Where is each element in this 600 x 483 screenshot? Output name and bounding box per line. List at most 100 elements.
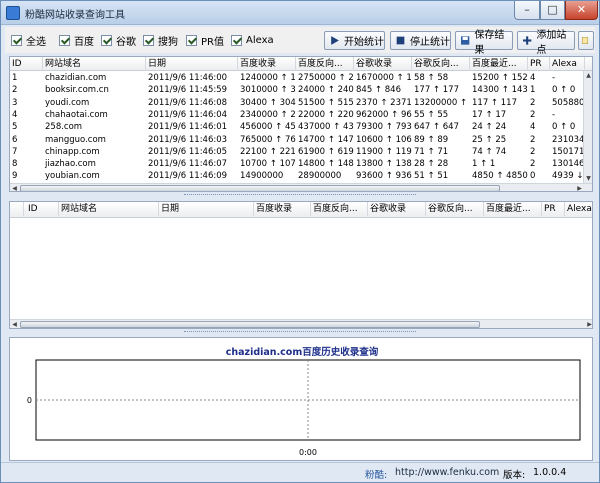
table-cell: 61900 ↑ 61900 [298, 146, 354, 157]
table-row[interactable]: 6 mangguo.com 2011/9/6 11:46:03 765000 ↑ 76… [10, 134, 592, 147]
col-id[interactable]: ID [24, 202, 59, 216]
table-row[interactable]: 9 youbian.com 2011/9/6 11:46:09 14900000 289… [10, 170, 592, 183]
table-cell: 13200000 ↑ [414, 97, 468, 108]
scroll-up-icon[interactable]: ▲ [584, 71, 592, 80]
table-cell: 4 [530, 73, 536, 83]
table-cell: 14900000 [240, 171, 284, 182]
table-cell: 3010000 ↑ 3010000 [240, 85, 296, 96]
col-baidu-recent[interactable]: 百度最近... [470, 57, 528, 71]
col-baidu-recent[interactable]: 百度最近... [484, 202, 542, 216]
start-button[interactable]: 开始统计 [324, 31, 385, 50]
col-baidu-back[interactable]: 百度反向... [311, 202, 368, 216]
table-row[interactable]: 3 youdi.com 2011/9/6 11:46:08 30400 ↑ 30400… [10, 97, 592, 110]
checkbox-sogou[interactable]: 搜狗 [143, 33, 178, 48]
status-brand: 粉酷: [365, 470, 388, 481]
col-alexa[interactable]: Alexa [550, 57, 585, 71]
scroll-right-icon[interactable]: ▶ [585, 320, 592, 328]
table-cell: 177 ↑ 177 [414, 85, 459, 96]
table-cell: 2750000 ↑ 2750000 [298, 73, 354, 83]
col-baidu-back[interactable]: 百度反向... [296, 57, 354, 71]
horizontal-scrollbar[interactable]: ◀ ▶ [10, 183, 592, 191]
checkbox-baidu[interactable]: 百度 [59, 33, 94, 48]
table-cell: 6 [12, 134, 18, 145]
table-cell: 30400 ↑ 30400 [240, 97, 296, 108]
scrollbar-thumb[interactable] [20, 321, 480, 328]
table-row[interactable]: 2 booksir.com.cn 2011/9/6 11:45:59 3010000 … [10, 84, 592, 97]
scroll-left-icon[interactable]: ◀ [10, 184, 19, 191]
checkbox-icon[interactable] [11, 34, 22, 46]
col-domain[interactable]: 网站域名 [43, 57, 146, 71]
table-cell: 117 ↑ 117 [472, 97, 517, 108]
col-date[interactable]: 日期 [146, 57, 238, 71]
table-cell: 13800 ↑ 13800 [356, 159, 412, 170]
col-google[interactable]: 谷歌收录 [354, 57, 412, 71]
checkbox-icon[interactable] [143, 34, 154, 46]
table-cell: 2011/9/6 11:46:04 [148, 109, 228, 120]
checkbox-icon[interactable] [186, 34, 197, 46]
scroll-right-icon[interactable]: ▶ [575, 184, 584, 191]
col-baidu[interactable]: 百度收录 [254, 202, 311, 216]
checkbox-icon[interactable] [231, 34, 242, 46]
table-cell: jiazhao.com [45, 159, 96, 170]
checkbox-pr[interactable]: PR值 [186, 33, 224, 48]
table-row[interactable]: 1 chazidian.com 2011/9/6 11:46:00 1240000 ↑… [10, 72, 592, 85]
col-baidu[interactable]: 百度收录 [238, 57, 296, 71]
col-date[interactable]: 日期 [159, 202, 254, 216]
col-pr[interactable]: PR [528, 57, 550, 71]
stop-button[interactable]: 停止统计 [390, 31, 451, 50]
checkbox-google[interactable]: 谷歌 [101, 33, 136, 48]
table-cell: 2 [530, 146, 536, 157]
extra-button[interactable] [578, 31, 594, 50]
col-alexa[interactable]: Alexa [565, 202, 592, 216]
scrollbar-thumb[interactable] [20, 185, 500, 191]
scroll-down-icon[interactable]: ▼ [584, 174, 592, 183]
col-blank [10, 202, 24, 216]
checkbox-alexa[interactable]: Alexa [231, 33, 274, 47]
table-cell: 17 ↑ 17 [472, 109, 507, 120]
save-button[interactable]: 保存结果 [455, 30, 513, 56]
table-cell: 765000 ↑ 765000 [240, 134, 296, 145]
add-site-button[interactable]: 添加站点 [517, 30, 575, 56]
splitter-grip[interactable] [184, 331, 416, 334]
table-cell: 11900 ↑ 11900 [356, 146, 412, 157]
minimize-button[interactable]: – [514, 1, 540, 20]
close-button[interactable]: ✕ [565, 1, 598, 20]
checkbox-label: 谷歌 [116, 36, 136, 48]
table-row[interactable]: 7 chinapp.com 2011/9/6 11:46:05 22100 ↑ 221… [10, 146, 592, 159]
table-row[interactable]: 5 258.com 2011/9/6 11:46:01 456000 ↑ 456000… [10, 121, 592, 134]
scroll-left-icon[interactable]: ◀ [10, 320, 19, 328]
splitter-bottom[interactable] [1, 330, 599, 336]
table-row[interactable]: 8 jiazhao.com 2011/9/6 11:46:07 10700 ↑ 107… [10, 158, 592, 171]
status-url[interactable]: http://www.fenku.com [395, 467, 499, 478]
table-cell: 24 ↑ 24 [472, 122, 507, 133]
col-google-back[interactable]: 谷歌反向... [412, 57, 470, 71]
table-cell: 0 ↑ 0 [552, 85, 576, 96]
table-cell: 2011/9/6 11:45:59 [148, 85, 228, 96]
table-cell: 2011/9/6 11:46:07 [148, 159, 228, 170]
maximize-button[interactable]: □ [540, 1, 565, 20]
sites-table: ID 网站域名 日期 百度收录 百度反向... 谷歌收录 谷歌反向... 百度最… [9, 56, 593, 192]
col-google[interactable]: 谷歌收录 [368, 202, 426, 216]
table-row[interactable]: 4 chahaotai.com 2011/9/6 11:46:04 2340000 ↑… [10, 109, 592, 122]
table-cell: 2011/9/6 11:46:01 [148, 122, 228, 133]
table-cell: 15200 ↑ 15200 [472, 73, 528, 83]
checkbox-select-all[interactable]: 全选 [11, 33, 46, 48]
start-label: 开始统计 [344, 37, 384, 48]
col-domain[interactable]: 网站域名 [59, 202, 159, 216]
col-id[interactable]: ID [10, 57, 43, 71]
col-pr[interactable]: PR [542, 202, 565, 216]
table-cell: 1670000 ↑ 1670000 [356, 73, 412, 83]
checkbox-icon[interactable] [59, 34, 70, 46]
table-cell: 4939 ↓ - [552, 171, 585, 182]
splitter-grip[interactable] [184, 194, 416, 197]
splitter-top[interactable] [1, 193, 599, 199]
stop-icon [396, 36, 405, 45]
table-cell: 1301462 [552, 159, 585, 170]
table-cell: 0 ↑ 0 [552, 122, 576, 133]
checkbox-icon[interactable] [101, 34, 112, 46]
vertical-scrollbar[interactable]: ▲ ▼ [583, 71, 592, 183]
table-cell: mangguo.com [45, 134, 106, 145]
col-google-back[interactable]: 谷歌反向... [426, 202, 484, 216]
add-site-label: 添加站点 [536, 29, 567, 56]
horizontal-scrollbar[interactable]: ◀ ▶ [10, 319, 592, 328]
